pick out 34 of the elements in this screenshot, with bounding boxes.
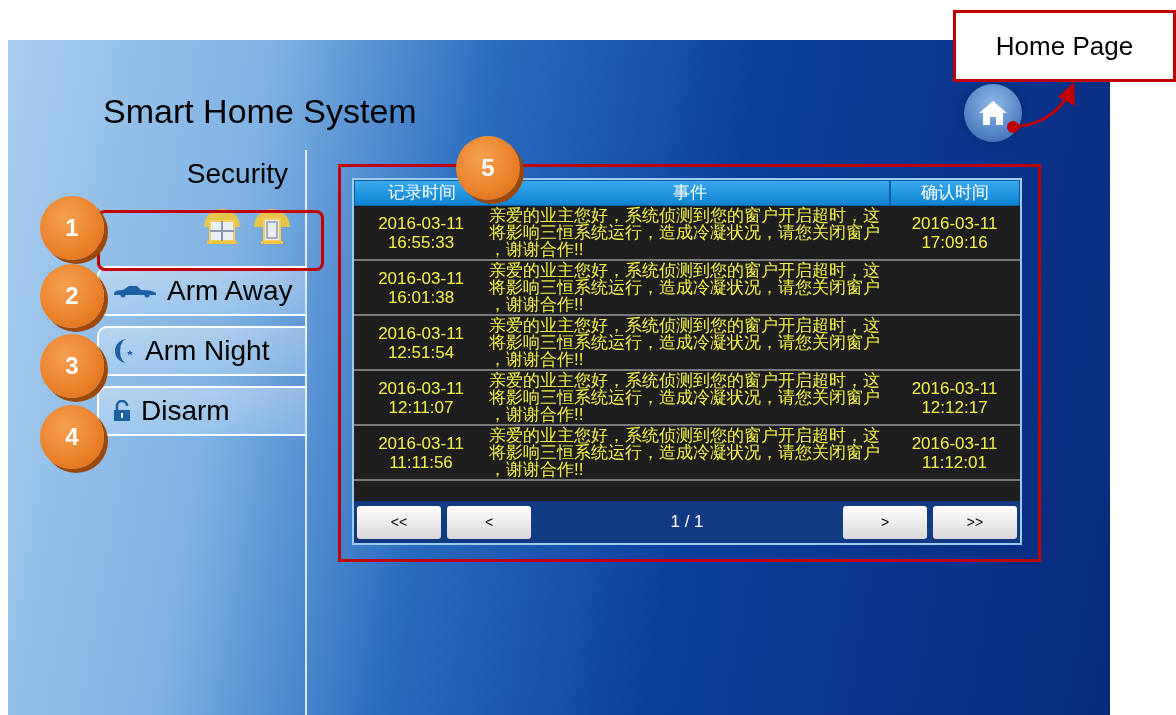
pager-button[interactable]: < <box>447 505 531 539</box>
table-cell-text: 亲爱的业主您好，系统侦测到您的窗户开启超时，这将影响三恒系统运行，造成冷凝状况，请您关闭窗户，谢谢合作!! <box>488 371 881 424</box>
pager-button[interactable]: << <box>357 505 441 539</box>
table-cell-text: 2016-03-11 11:12:01 <box>910 432 999 474</box>
table-cell-text: 亲爱的业主您好，系统侦测到您的窗户开启超时，这将影响三恒系统运行，造成冷凝状况，请您关闭窗户，谢谢合作!! <box>488 206 881 259</box>
page-indicator: 1 / 1 <box>669 511 705 534</box>
lock-icon <box>113 400 131 422</box>
column-header: 事件 <box>490 181 889 205</box>
home-icon <box>978 100 1008 126</box>
pager-button[interactable]: >> <box>933 505 1017 539</box>
table-cell-text: 2016-03-11 17:09:16 <box>910 212 999 254</box>
table-cell-text: 亲爱的业主您好，系统侦测到您的窗户开启超时，这将影响三恒系统运行，造成冷凝状况，请您关闭窗户，谢谢合作!! <box>488 316 881 369</box>
table-cell-text: 2016-03-11 16:55:33 <box>377 212 465 254</box>
table-cell-text: 2016-03-11 12:12:17 <box>910 377 999 419</box>
door-icon <box>251 207 293 245</box>
moon-icon <box>113 338 135 364</box>
callout-arrow <box>1007 82 1075 133</box>
car-icon <box>113 284 157 298</box>
home-page-callout: Home Page <box>953 10 1176 82</box>
mode-button[interactable]: Arm Away <box>97 266 307 316</box>
section-title: Security <box>186 160 288 188</box>
table-cell-text: 2016-03-11 11:11:56 <box>377 432 465 474</box>
window-icon <box>201 207 243 245</box>
table-cell-text: 2016-03-11 12:11:07 <box>377 377 465 419</box>
app-title: Smart Home System <box>103 94 417 128</box>
column-header: 确认时间 <box>891 181 1019 205</box>
pager-button[interactable]: > <box>843 505 927 539</box>
table-cell-text: 亲爱的业主您好，系统侦测到您的窗户开启超时，这将影响三恒系统运行，造成冷凝状况，请您关闭窗户，谢谢合作!! <box>488 261 881 314</box>
mode-button[interactable]: Disarm <box>97 386 307 436</box>
table-cell-text: 2016-03-11 12:51:54 <box>377 322 465 364</box>
table-cell-text: 2016-03-11 16:01:38 <box>377 267 465 309</box>
mode-button[interactable]: Arm Night <box>97 326 307 376</box>
home-button[interactable] <box>964 84 1022 142</box>
table-cell-text: 亲爱的业主您好，系统侦测到您的窗户开启超时，这将影响三恒系统运行，造成冷凝状况，请您关闭窗户，谢谢合作!! <box>488 426 881 479</box>
